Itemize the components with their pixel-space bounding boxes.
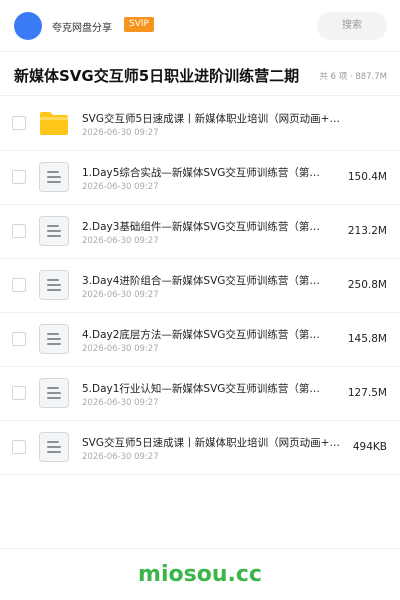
file-date: 2026-06-30 09:27 — [82, 398, 159, 408]
file-size: 127.5M — [347, 387, 387, 399]
file-row[interactable]: 3.Day4进阶组合—新媒体SVG交互师训练营（第… 2026-06-30 09… — [0, 259, 400, 313]
file-row[interactable]: 4.Day2底层方法—新媒体SVG交互师训练营（第… 2026-06-30 09… — [0, 313, 400, 367]
owner-name[interactable]: 夸克网盘分享 — [52, 19, 112, 34]
select-checkbox[interactable] — [12, 386, 26, 400]
file-size: 145.8M — [347, 333, 387, 345]
document-icon — [38, 431, 70, 463]
file-size: 494KB — [352, 441, 387, 453]
file-size: 150.4M — [347, 171, 387, 183]
file-name[interactable]: SVG交互师5日速成课丨新媒体职业培训（网页动画+… — [82, 111, 350, 126]
select-checkbox[interactable] — [12, 170, 26, 184]
file-name[interactable]: 3.Day4进阶组合—新媒体SVG交互师训练营（第… — [82, 273, 348, 288]
document-icon — [38, 215, 70, 247]
file-date: 2026-06-30 09:27 — [82, 290, 159, 300]
file-name[interactable]: 2.Day3基础组件—新媒体SVG交互师训练营（第… — [82, 219, 348, 234]
file-row[interactable]: 2.Day3基础组件—新媒体SVG交互师训练营（第… 2026-06-30 09… — [0, 205, 400, 259]
select-checkbox[interactable] — [12, 278, 26, 292]
document-icon — [38, 161, 70, 193]
document-icon — [38, 269, 70, 301]
select-checkbox[interactable] — [12, 332, 26, 346]
file-row[interactable]: SVG交互师5日速成课丨新媒体职业培训（网页动画+… 2026-06-30 09… — [0, 97, 400, 151]
file-date: 2026-06-30 09:27 — [82, 236, 159, 246]
file-name[interactable]: 5.Day1行业认知—新媒体SVG交互师训练营（第… — [82, 381, 348, 396]
svip-badge: SVIP — [124, 17, 154, 32]
file-date: 2026-06-30 09:27 — [82, 452, 159, 462]
file-name[interactable]: SVG交互师5日速成课丨新媒体职业培训（网页动画+… — [82, 435, 348, 450]
file-date: 2026-06-30 09:27 — [82, 344, 159, 354]
avatar[interactable] — [14, 12, 42, 40]
select-checkbox[interactable] — [12, 116, 26, 130]
file-size: 250.8M — [347, 279, 387, 291]
file-date: 2026-06-30 09:27 — [82, 182, 159, 192]
select-checkbox[interactable] — [12, 224, 26, 238]
site-watermark: miosou.cc — [138, 562, 262, 587]
share-header: 夸克网盘分享 SVIP 搜索 — [0, 0, 400, 52]
file-row[interactable]: 5.Day1行业认知—新媒体SVG交互师训练营（第… 2026-06-30 09… — [0, 367, 400, 421]
document-icon — [38, 323, 70, 355]
file-date: 2026-06-30 09:27 — [82, 128, 159, 138]
select-checkbox[interactable] — [12, 440, 26, 454]
share-title-bar: 新媒体SVG交互师5日职业进阶训练营二期 共 6 项 · 887.7M — [0, 52, 400, 96]
search-input[interactable]: 搜索 — [317, 12, 387, 40]
folder-icon — [38, 107, 70, 139]
file-list: SVG交互师5日速成课丨新媒体职业培训（网页动画+… 2026-06-30 09… — [0, 97, 400, 475]
file-row[interactable]: 1.Day5综合实战—新媒体SVG交互师训练营（第… 2026-06-30 09… — [0, 151, 400, 205]
file-row[interactable]: SVG交互师5日速成课丨新媒体职业培训（网页动画+… 2026-06-30 09… — [0, 421, 400, 475]
page-title: 新媒体SVG交互师5日职业进阶训练营二期 — [14, 67, 300, 85]
file-name[interactable]: 4.Day2底层方法—新媒体SVG交互师训练营（第… — [82, 327, 348, 342]
file-name[interactable]: 1.Day5综合实战—新媒体SVG交互师训练营（第… — [82, 165, 348, 180]
footer: miosou.cc — [0, 548, 400, 600]
item-summary: 共 6 项 · 887.7M — [319, 72, 387, 82]
file-size: 213.2M — [347, 225, 387, 237]
document-icon — [38, 377, 70, 409]
